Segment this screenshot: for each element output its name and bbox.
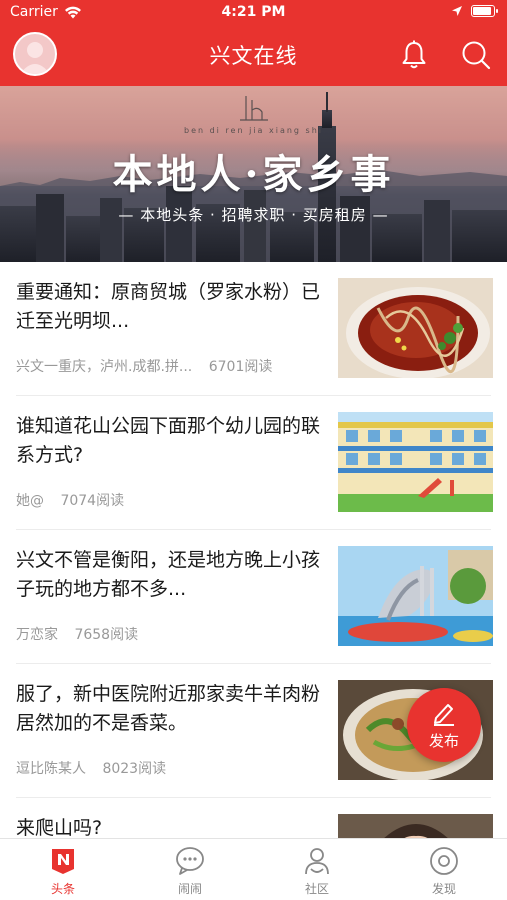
chat-bubble-icon <box>176 847 204 875</box>
feed-item-meta: 她@ 7074阅读 <box>16 490 136 510</box>
status-indicators <box>451 5 498 17</box>
tab-label: 头条 <box>50 882 75 896</box>
tab-community[interactable]: 社区 <box>254 845 380 897</box>
tab-label: 闹闹 <box>177 882 202 896</box>
feed-item-title: 谁知道花山公园下面那个幼儿园的联系方式? <box>16 415 321 466</box>
feed-item-meta: 兴文一重庆，泸州.成都.拼... 6701阅读 <box>16 356 284 376</box>
tab-bar: 头条 闹闹 社区 发现 <box>0 838 507 900</box>
discover-icon <box>430 847 458 875</box>
feed-item[interactable]: 重要通知：原商贸城（罗家水粉）已迁至光明坝... 兴文一重庆，泸州.成都.拼..… <box>0 262 507 396</box>
playground-thumbnail <box>338 546 493 646</box>
banner-title: 本地人·家乡事 <box>112 151 395 198</box>
tab-label: 社区 <box>304 882 329 896</box>
publish-label: 发布 <box>428 732 459 750</box>
banner-pinyin: ben di ren jia xiang shi <box>183 126 323 135</box>
feed-item-reads: 8023阅读 <box>102 761 167 777</box>
feed-item-title: 重要通知：原商贸城（罗家水粉）已迁至光明坝... <box>16 281 321 332</box>
portrait-thumbnail <box>338 814 493 838</box>
tab-discover[interactable]: 发现 <box>381 845 507 897</box>
noodle-thumbnail <box>338 278 493 378</box>
battery-icon <box>471 5 498 17</box>
feed-item-source: 她@ <box>16 493 44 509</box>
banner-subtitle: — 本地头条 · 招聘求职 · 买房租房 — <box>118 206 389 224</box>
community-icon <box>305 848 329 875</box>
feed-item-source: 万恋家 <box>16 627 58 643</box>
nav-bar: 兴文在线 <box>0 26 507 86</box>
page-title: 兴文在线 <box>209 44 298 68</box>
feed-item-meta: 逗比陈某人 8023阅读 <box>16 758 178 778</box>
feed-item-reads: 7074阅读 <box>60 493 125 509</box>
publish-button[interactable]: 发布 <box>407 688 481 762</box>
hometown-banner[interactable]: ben di ren jia xiang shi 本地人·家乡事 — 本地头条 … <box>0 86 507 262</box>
feed-item-title: 服了，新中医院附近那家卖牛羊肉粉居然加的不是香菜。 <box>16 683 321 734</box>
status-time: 4:21 PM <box>221 4 286 20</box>
search-icon[interactable] <box>460 39 492 71</box>
news-n-icon <box>52 849 74 874</box>
feed-item-reads: 6701阅读 <box>208 359 273 375</box>
feed-item-meta: 万恋家 7658阅读 <box>16 624 150 644</box>
feed-item[interactable]: 兴文不管是衡阳，还是地方晚上小孩子玩的地方都不多... 万恋家 7658阅读 <box>0 530 507 664</box>
feed-item-source: 逗比陈某人 <box>16 761 86 777</box>
status-bar: Carrier 4:21 PM <box>0 0 507 26</box>
feed-item-title: 兴文不管是衡阳，还是地方晚上小孩子玩的地方都不多... <box>16 549 321 600</box>
location-arrow-icon <box>452 6 462 16</box>
feed-item-source: 兴文一重庆，泸州.成都.拼... <box>16 359 193 375</box>
tab-headlines[interactable]: 头条 <box>0 845 126 897</box>
feed-item[interactable]: 谁知道花山公园下面那个幼儿园的联系方式? 她@ 7074阅读 <box>0 396 507 530</box>
kindergarten-thumbnail <box>338 412 493 512</box>
bell-icon[interactable] <box>398 39 430 71</box>
feed-item[interactable]: 来爬山吗? <box>0 798 507 838</box>
tab-chat[interactable]: 闹闹 <box>127 845 253 897</box>
feed-item-title: 来爬山吗? <box>16 817 103 838</box>
feed-item-reads: 7658阅读 <box>74 627 139 643</box>
tab-label: 发现 <box>431 882 456 896</box>
pencil-icon <box>434 704 454 726</box>
banner-logo-mark <box>240 96 268 121</box>
